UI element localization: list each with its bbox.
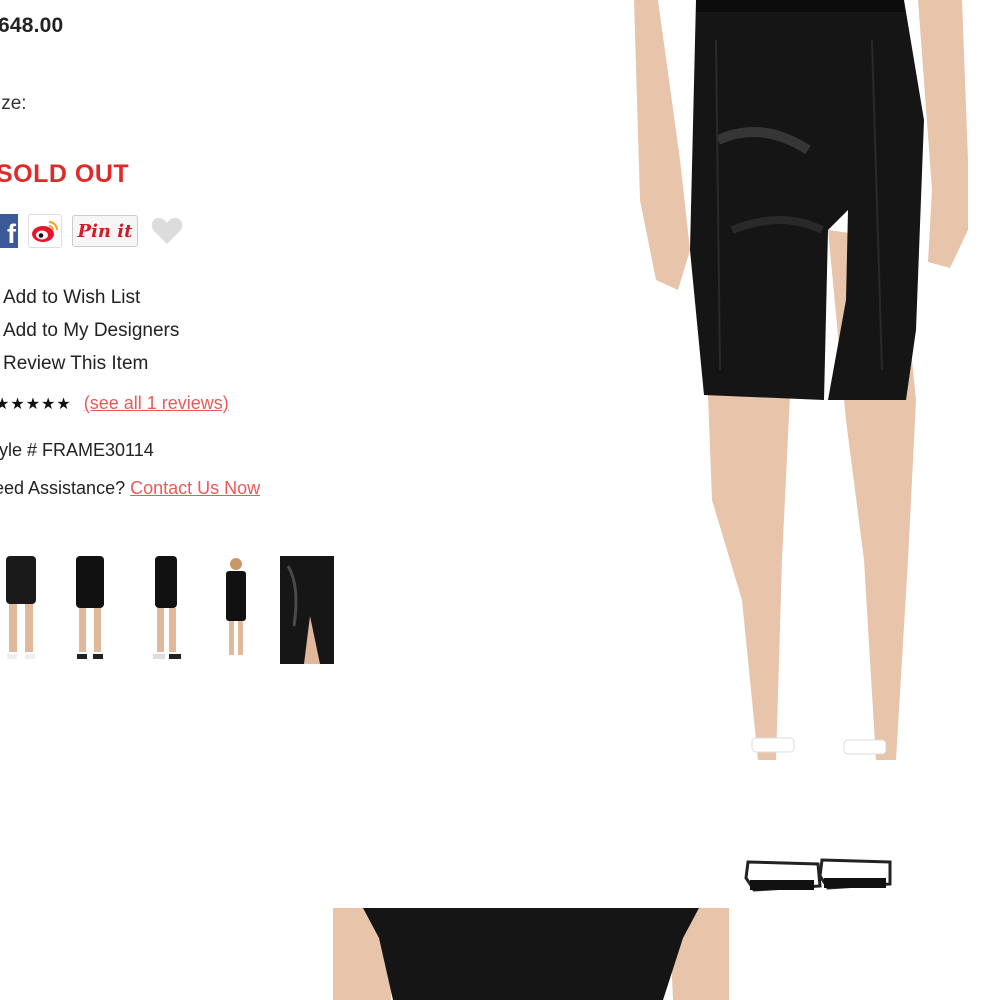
product-thumbnail[interactable] xyxy=(63,556,117,664)
product-main-image xyxy=(632,0,999,905)
pinit-label: Pin it xyxy=(77,220,133,242)
product-actions: Add to Wish List Add to My Designers Rev… xyxy=(3,284,179,383)
sold-out-badge: SOLD OUT xyxy=(0,160,130,188)
review-item-link[interactable]: Review This Item xyxy=(3,350,179,383)
assistance-row: eed Assistance? Contact Us Now xyxy=(0,478,260,499)
rating-row: ★★★★★ (see all 1 reviews) xyxy=(0,393,229,414)
product-thumbnail[interactable] xyxy=(209,556,263,664)
facebook-icon[interactable]: f xyxy=(0,214,18,248)
style-number: tyle # FRAME30114 xyxy=(0,440,154,460)
product-price: 648.00 xyxy=(0,14,64,37)
product-thumbnail[interactable] xyxy=(280,556,334,664)
product-thumbnail[interactable] xyxy=(0,556,48,664)
social-share-bar: f Pin it xyxy=(0,213,184,249)
product-thumbnail[interactable] xyxy=(139,556,193,664)
facebook-letter: f xyxy=(7,219,16,249)
assistance-label: eed Assistance? xyxy=(0,478,131,498)
secondary-product-image xyxy=(333,908,729,1000)
add-to-wishlist-link[interactable]: Add to Wish List xyxy=(3,284,179,317)
heart-icon[interactable] xyxy=(150,216,184,246)
see-reviews-link[interactable]: (see all 1 reviews) xyxy=(84,393,229,414)
contact-us-link[interactable]: Contact Us Now xyxy=(130,478,260,498)
rating-stars: ★★★★★ xyxy=(0,395,72,413)
add-to-designers-link[interactable]: Add to My Designers xyxy=(3,317,179,350)
weibo-icon[interactable] xyxy=(28,214,62,248)
pinterest-icon[interactable]: Pin it xyxy=(72,215,138,247)
size-label: ize: xyxy=(0,93,27,114)
